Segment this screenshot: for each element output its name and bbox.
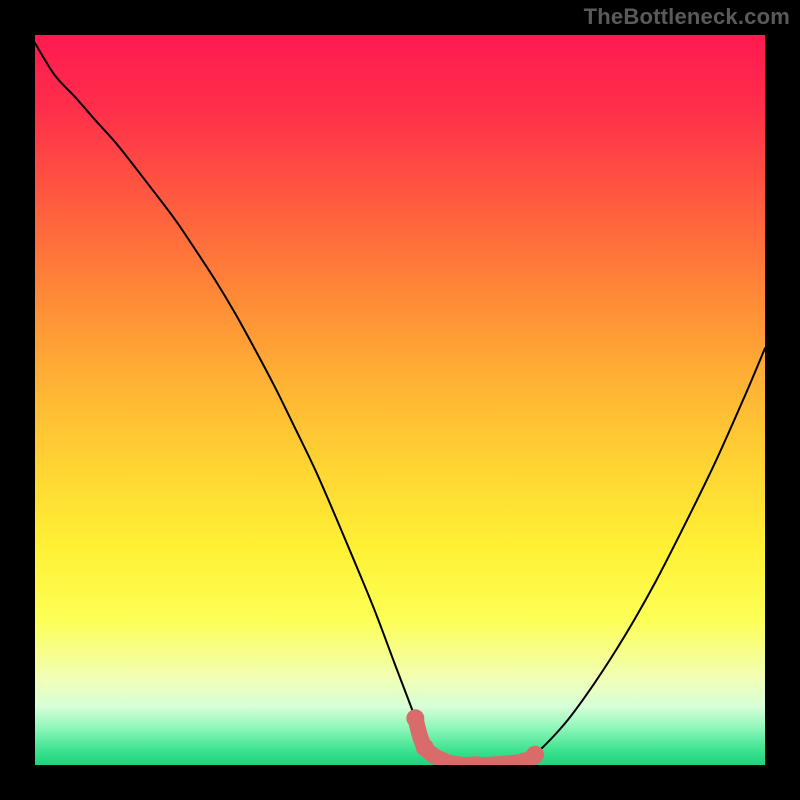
- marker-dot: [526, 746, 544, 764]
- marker-segment: [415, 718, 535, 765]
- series-left-curve: [35, 43, 485, 765]
- chart-plot-area: [35, 35, 765, 765]
- series-right-curve: [485, 348, 765, 765]
- watermark-text: TheBottleneck.com: [584, 4, 790, 30]
- chart-stage: TheBottleneck.com: [0, 0, 800, 800]
- marker-dot: [416, 738, 434, 756]
- marker-dot: [406, 709, 424, 727]
- marker-dot: [516, 752, 534, 765]
- chart-svg: [35, 35, 765, 765]
